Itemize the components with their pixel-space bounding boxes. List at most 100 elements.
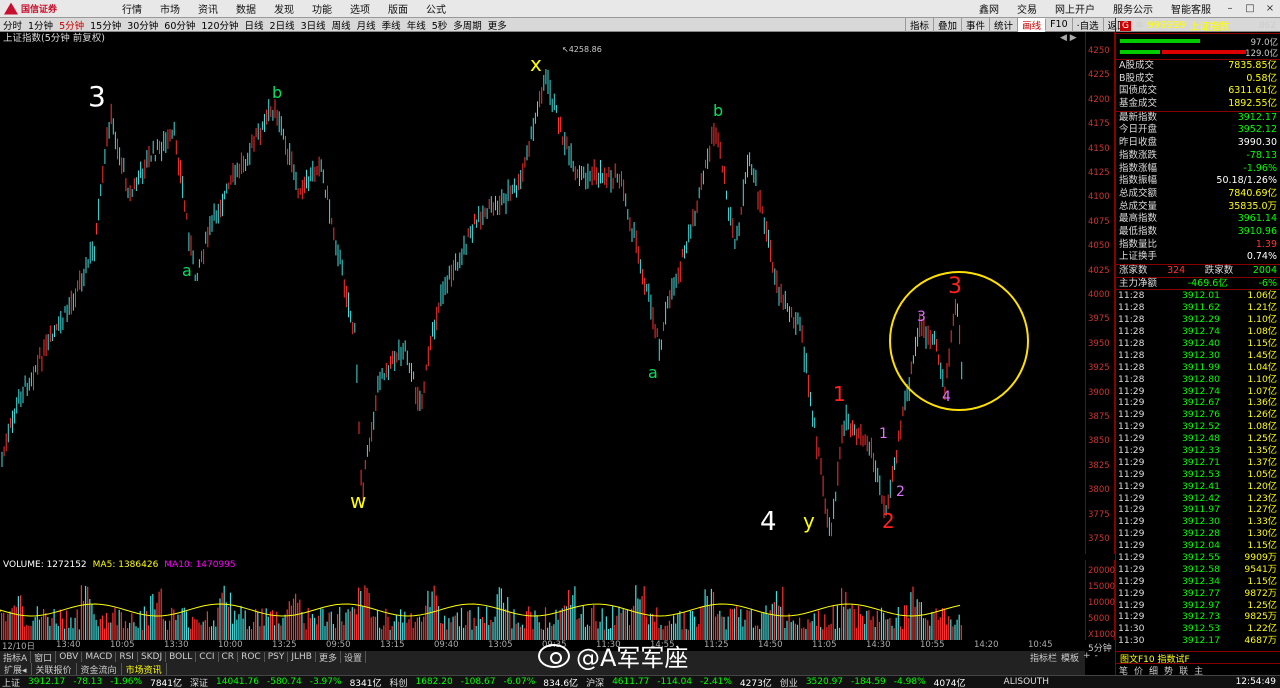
indicator-tab-12[interactable]: 更多 <box>316 650 341 664</box>
toolbar-btn-5[interactable]: F10 <box>1045 19 1072 30</box>
volume-bar <box>229 592 232 640</box>
toolbar-btn-1[interactable]: 叠加 <box>933 17 961 32</box>
status-name-4[interactable]: 创业 <box>780 676 798 688</box>
timeframe-9[interactable]: 3日线 <box>298 18 329 32</box>
volume-bar <box>834 628 836 640</box>
volume-bar <box>418 616 421 640</box>
panel-tab-3[interactable]: 势 <box>1164 664 1173 677</box>
tick-volume: 1.25亿 <box>1247 433 1277 445</box>
menu-bar: 国信证券 行情 市场 资讯 数据 发现 功能 选项 版面 公式 鑫网 交易 网上开户 服务公示 智能客服… <box>0 0 1280 18</box>
volume-bar <box>889 617 891 640</box>
menu-right-item-2[interactable]: 网上开户 <box>1046 1 1104 16</box>
volume-bar <box>469 610 471 640</box>
minimize-icon[interactable]: – <box>1222 2 1238 16</box>
tick-row: 11:29 3912.71 1.37亿 <box>1116 457 1280 469</box>
indicator-control-0[interactable]: 指标栏 <box>1030 651 1057 664</box>
toolbar-btn-6[interactable]: ·自选 <box>1071 17 1103 32</box>
menu-item-0[interactable]: 行情 <box>113 1 151 16</box>
volume-bar <box>133 622 135 640</box>
timeframe-0[interactable]: 分时 <box>0 18 25 32</box>
timeframe-12[interactable]: 季线 <box>379 18 404 32</box>
timeframe-3[interactable]: 15分钟 <box>87 18 124 32</box>
volume-bar <box>561 608 563 640</box>
toolbar-btn-2[interactable]: 事件 <box>961 17 989 32</box>
f10-bar[interactable]: 图文F10 指数试F <box>1116 651 1280 665</box>
timeframe-14[interactable]: 5秒 <box>429 18 451 32</box>
maximize-icon[interactable]: □ <box>1242 2 1258 16</box>
candlestick-chart[interactable]: ↖4258.86 3 a b w x a b 4 y 1 2 1 2 3 4 3 <box>0 46 1085 554</box>
timeframe-16[interactable]: 更多 <box>485 18 510 32</box>
chart-nav-arrows[interactable]: ◀ ▶ <box>1060 33 1077 43</box>
timeframe-10[interactable]: 周线 <box>329 18 354 32</box>
extension-tab-3[interactable]: 市场资讯 <box>122 662 167 676</box>
menu-right-item-0[interactable]: 鑫网 <box>970 1 1008 16</box>
menu-right-item-4[interactable]: 智能客服 <box>1162 1 1220 16</box>
indicator-tab-5[interactable]: SKDJ <box>138 652 167 662</box>
status-name-0[interactable]: 上证 <box>2 676 20 688</box>
stat-value: 3952.12 <box>1237 124 1277 136</box>
indicator-tab-8[interactable]: CR <box>219 652 239 662</box>
panel-tab-0[interactable]: 笔 <box>1119 664 1128 677</box>
brand-name: 国信证券 <box>21 5 58 15</box>
indicator-tab-7[interactable]: CCI <box>196 652 219 662</box>
timeframe-2[interactable]: 5分钟 <box>56 18 87 32</box>
price-tick-1: 4225 <box>1088 70 1110 81</box>
volume-chart[interactable] <box>0 572 1085 640</box>
status-name-1[interactable]: 深证 <box>190 676 208 688</box>
menu-right-item-3[interactable]: 服务公示 <box>1104 1 1162 16</box>
timeframe-11[interactable]: 月线 <box>354 18 379 32</box>
toolbar-btn-4[interactable]: 画线 <box>1017 17 1046 32</box>
timeframe-7[interactable]: 日线 <box>242 18 267 32</box>
indicator-tab-6[interactable]: BOLL <box>166 652 197 662</box>
menu-item-2[interactable]: 资讯 <box>189 1 227 16</box>
timeframe-4[interactable]: 30分钟 <box>124 18 161 32</box>
timeframe-1[interactable]: 1分钟 <box>25 18 56 32</box>
timeframe-13[interactable]: 年线 <box>404 18 429 32</box>
panel-tab-1[interactable]: 价 <box>1134 664 1143 677</box>
menu-item-3[interactable]: 数据 <box>227 1 265 16</box>
indicator-tab-2[interactable]: OBV <box>56 652 83 662</box>
toolbar-btn-0[interactable]: 指标 <box>905 17 933 32</box>
menu-item-5[interactable]: 功能 <box>303 1 341 16</box>
menu-item-8[interactable]: 公式 <box>417 1 455 16</box>
volume-bar <box>389 629 391 640</box>
volume-bar <box>423 616 425 640</box>
status-name-2[interactable]: 科创 <box>389 676 407 688</box>
timeframe-6[interactable]: 120分钟 <box>198 18 241 32</box>
stat-label: 指数量比 <box>1119 238 1158 250</box>
extension-tab-1[interactable]: 关联报价 <box>32 662 77 676</box>
panel-tabs: 笔价细势联主 <box>1116 663 1280 677</box>
indicator-tab-11[interactable]: JLHB <box>288 652 316 662</box>
toolbar-btn-3[interactable]: 统计 <box>989 17 1017 32</box>
volume-bar <box>412 627 414 640</box>
volume-bar <box>494 616 496 640</box>
panel-tab-4[interactable]: 联 <box>1179 664 1188 677</box>
five-min-label[interactable]: 5分钟 <box>1088 641 1112 654</box>
menu-item-1[interactable]: 市场 <box>151 1 189 16</box>
menu-item-4[interactable]: 发现 <box>265 1 303 16</box>
timeframe-15[interactable]: 多周期 <box>450 18 485 32</box>
tick-list[interactable]: 11:28 3912.01 1.06亿 11:28 3911.62 1.21亿 11:28 3… <box>1116 290 1280 647</box>
timeframe-8[interactable]: 2日线 <box>267 18 298 32</box>
extension-tab-0[interactable]: 扩展◂ <box>0 662 32 676</box>
indicator-tab-9[interactable]: ROC <box>238 652 265 662</box>
extension-tab-2[interactable]: 资金流向 <box>77 662 122 676</box>
menu-item-7[interactable]: 版面 <box>379 1 417 16</box>
status-value-3: 4611.77 <box>612 677 650 687</box>
close-icon[interactable]: × <box>1262 2 1278 16</box>
menu-item-6[interactable]: 选项 <box>341 1 379 16</box>
indicator-tab-13[interactable]: 设置 <box>341 650 366 664</box>
panel-tab-5[interactable]: 主 <box>1194 664 1203 677</box>
indicator-tab-3[interactable]: MACD <box>82 652 117 662</box>
timeframe-5[interactable]: 60分钟 <box>161 18 198 32</box>
indicator-tab-4[interactable]: RSI <box>116 652 138 662</box>
outflow-bar-green <box>1120 50 1160 54</box>
indicator-control-1[interactable]: 模板 <box>1061 651 1079 664</box>
volume-bar <box>828 624 830 640</box>
status-name-3[interactable]: 沪深 <box>586 676 604 688</box>
menu-right-item-1[interactable]: 交易 <box>1008 1 1046 16</box>
volume-bar <box>851 604 853 640</box>
volume-bar <box>773 602 775 640</box>
panel-tab-2[interactable]: 细 <box>1149 664 1158 677</box>
indicator-tab-10[interactable]: PSY <box>265 652 289 662</box>
